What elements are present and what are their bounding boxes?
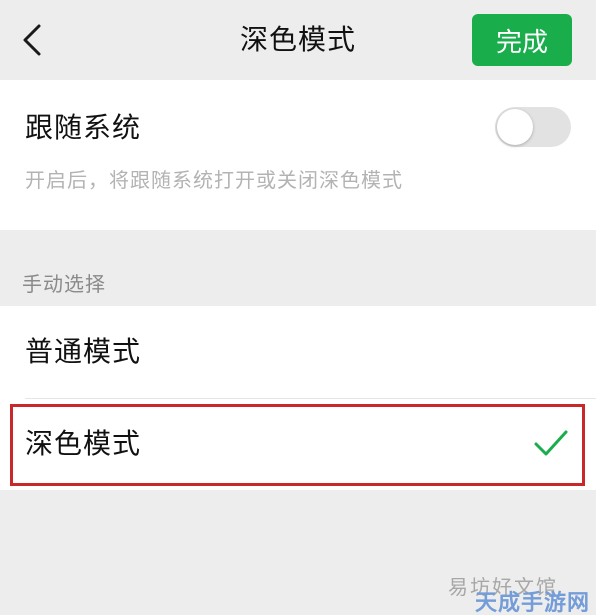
follow-system-toggle[interactable]: [495, 107, 571, 147]
follow-system-label: 跟随系统: [25, 111, 142, 144]
dark-mode-settings-screen: 深色模式 完成 跟随系统 开启后，将跟随系统打开或关闭深色模式 手动选择 普通模…: [0, 0, 596, 615]
option-dark-mode[interactable]: 深色模式: [0, 398, 596, 490]
manual-select-section-label: 手动选择: [22, 272, 106, 296]
follow-system-description: 开启后，将跟随系统打开或关闭深色模式: [25, 168, 403, 192]
option-label: 深色模式: [25, 427, 142, 460]
follow-system-card: 跟随系统 开启后，将跟随系统打开或关闭深色模式: [0, 80, 596, 230]
option-normal-mode[interactable]: 普通模式: [0, 306, 596, 399]
mode-options-list: 普通模式 深色模式: [0, 306, 596, 490]
toggle-knob: [497, 109, 533, 145]
navigation-bar: 深色模式 完成: [0, 0, 596, 80]
done-button[interactable]: 完成: [472, 14, 572, 66]
watermark-logo: 易坊好文馆 天成手游网: [440, 571, 590, 615]
check-icon: [534, 430, 568, 456]
option-label: 普通模式: [25, 335, 142, 368]
watermark-text-2: 天成手游网: [474, 591, 590, 615]
